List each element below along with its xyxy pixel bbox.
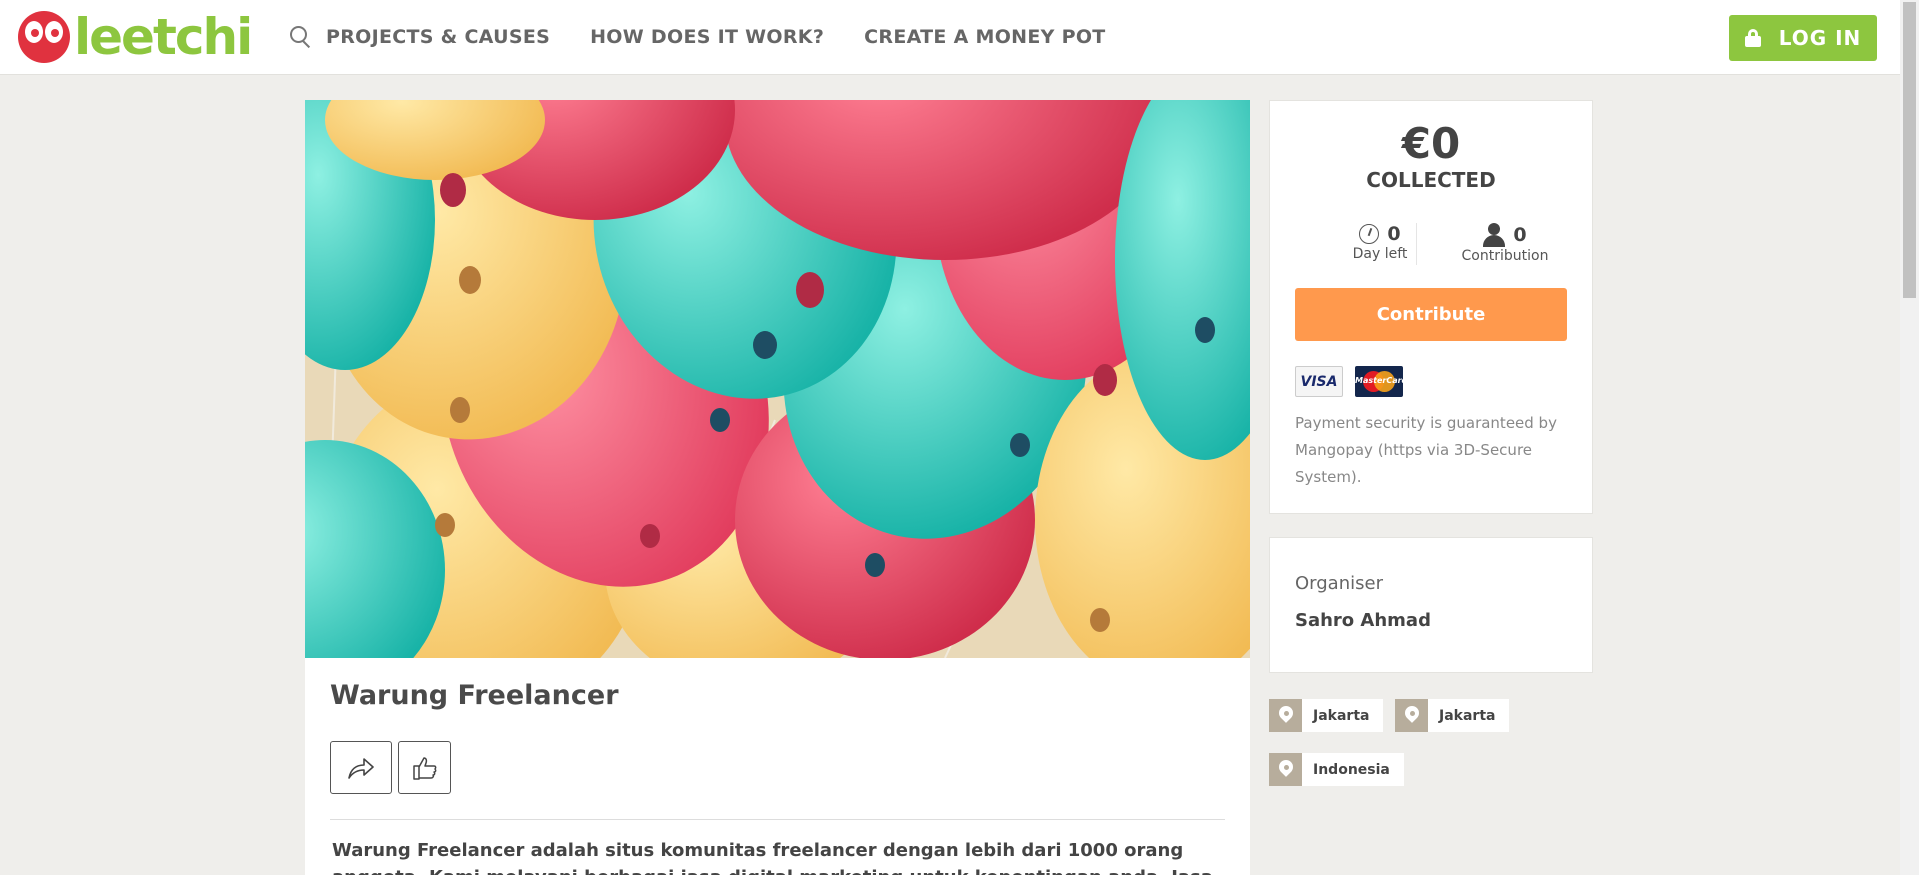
payment-security-note: Payment security is guaranteed by Mangop…	[1295, 414, 1557, 486]
page-scrollbar[interactable]	[1900, 0, 1919, 875]
organiser-panel: Organiser Sahro Ahmad	[1269, 537, 1593, 673]
contribution-count: 0	[1513, 224, 1527, 246]
project-cover-image	[305, 100, 1250, 658]
location-tag-label: Jakarta	[1439, 707, 1496, 724]
share-icon	[348, 757, 374, 779]
days-left-label: Day left	[1352, 246, 1408, 262]
stats-separator	[1416, 223, 1417, 265]
organiser-name[interactable]: Sahro Ahmad	[1295, 610, 1431, 631]
nav-create-money-pot[interactable]: CREATE A MONEY POT	[864, 22, 1105, 52]
nav-projects-causes[interactable]: PROJECTS & CAUSES	[326, 22, 550, 52]
leetchi-logo[interactable]: leetchi	[18, 8, 253, 66]
location-tag-label: Jakarta	[1313, 707, 1370, 724]
location-tag[interactable]: Jakarta	[1269, 699, 1384, 732]
top-header: leetchi PROJECTS & CAUSES HOW DOES IT WO…	[0, 0, 1900, 75]
funding-stats-panel: €0 COLLECTED 0 Day left 0 Contribution C…	[1269, 100, 1593, 514]
project-description: Warung Freelancer adalah situs komunitas…	[332, 840, 1213, 875]
search-icon[interactable]	[288, 24, 314, 50]
contribution-label: Contribution	[1461, 248, 1549, 264]
like-button[interactable]	[398, 741, 451, 794]
scrollbar-thumb[interactable]	[1903, 2, 1916, 298]
days-left-stat: 0 Day left	[1320, 223, 1440, 262]
share-button[interactable]	[330, 741, 392, 794]
location-tag-label: Indonesia	[1313, 761, 1390, 778]
mastercard-label: MasterCard	[1355, 376, 1403, 385]
clock-icon	[1359, 224, 1380, 244]
location-pin-icon	[1269, 699, 1302, 732]
nav-how-it-works[interactable]: HOW DOES IT WORK?	[590, 22, 824, 52]
mastercard-icon: MasterCard	[1355, 366, 1403, 397]
project-title: Warung Freelancer	[330, 680, 619, 711]
user-icon	[1483, 223, 1506, 247]
thumbs-up-icon	[412, 756, 436, 780]
balloons-image	[305, 100, 1250, 658]
collected-label: COLLECTED	[1366, 168, 1496, 192]
location-pin-icon	[1269, 753, 1302, 786]
logo-face-icon	[18, 11, 70, 63]
contribution-stat: 0 Contribution	[1430, 223, 1580, 264]
project-card: Warung Freelancer Warung Freelancer adal…	[305, 658, 1250, 875]
login-button[interactable]: LOG IN	[1729, 15, 1877, 61]
location-tag[interactable]: Indonesia	[1269, 753, 1404, 786]
location-tag[interactable]: Jakarta	[1395, 699, 1510, 732]
collected-amount: €0	[1401, 119, 1461, 168]
contribute-button[interactable]: Contribute	[1295, 288, 1567, 341]
lock-icon	[1744, 29, 1761, 47]
visa-icon: VISA	[1295, 366, 1343, 397]
organiser-label: Organiser	[1295, 573, 1383, 594]
content-divider	[330, 819, 1225, 820]
logo-text: leetchi	[74, 8, 253, 66]
login-label: LOG IN	[1778, 26, 1862, 50]
days-left-value: 0	[1387, 223, 1401, 245]
location-pin-icon	[1395, 699, 1428, 732]
main-nav: PROJECTS & CAUSES HOW DOES IT WORK? CREA…	[288, 22, 1146, 52]
